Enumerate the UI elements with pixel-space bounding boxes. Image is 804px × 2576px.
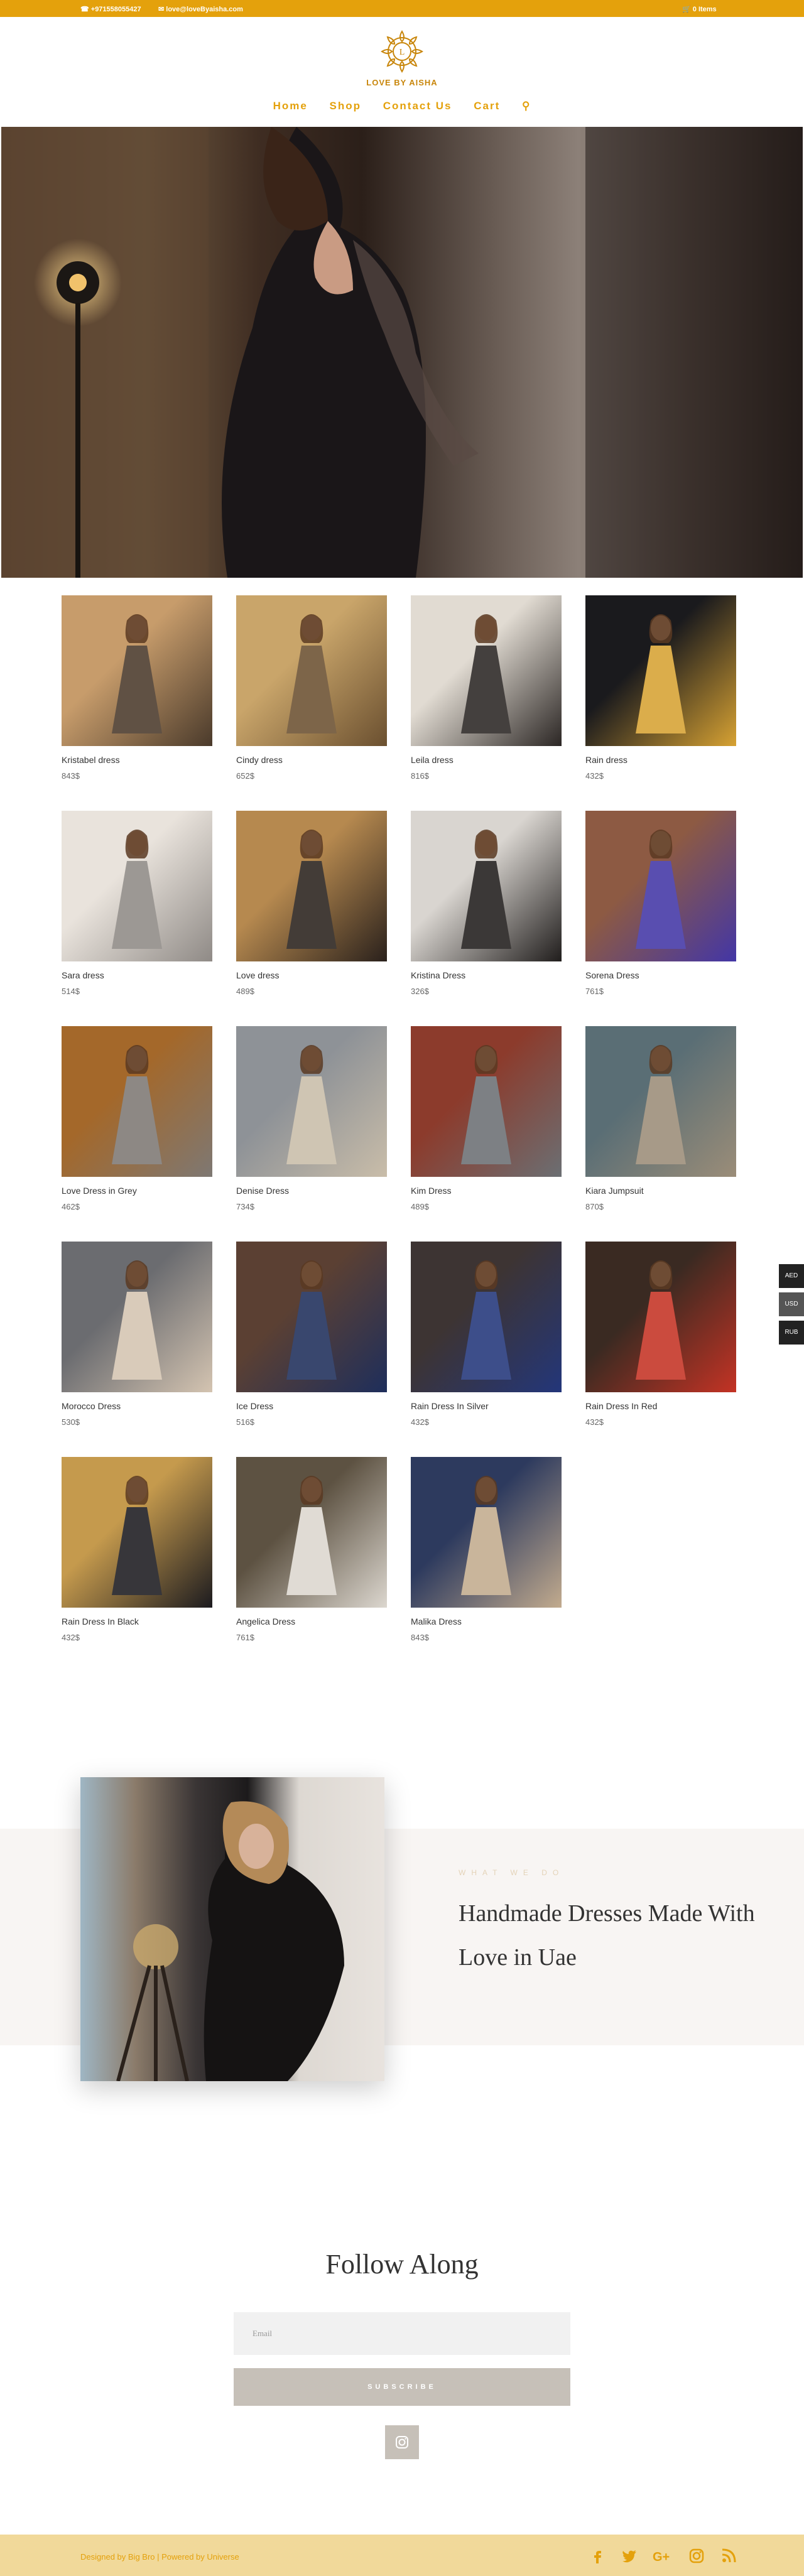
product-image[interactable] bbox=[411, 1457, 562, 1608]
nav-cart[interactable]: Cart bbox=[474, 100, 500, 112]
product-name[interactable]: Sorena Dress bbox=[585, 970, 639, 980]
product-price: 843$ bbox=[62, 771, 80, 781]
about-subtitle: WHAT WE DO bbox=[459, 1868, 565, 1877]
product-image[interactable] bbox=[411, 1242, 562, 1392]
logo-text: LOVE BY AISHA bbox=[366, 78, 438, 87]
product-image[interactable] bbox=[411, 595, 562, 746]
product-price: 489$ bbox=[236, 987, 254, 996]
product-image[interactable] bbox=[585, 1242, 736, 1392]
nav-contact-us[interactable]: Contact Us bbox=[383, 100, 452, 112]
product-image[interactable] bbox=[62, 1242, 212, 1392]
product-price: 734$ bbox=[236, 1202, 254, 1211]
about-title: Handmade Dresses Made With Love in Uae bbox=[459, 1900, 755, 1971]
nav-shop[interactable]: Shop bbox=[330, 100, 362, 112]
site-logo[interactable]: L LOVE BY AISHA bbox=[359, 26, 445, 95]
subscribe-button[interactable]: SUBSCRIBE bbox=[234, 2368, 570, 2406]
product-image[interactable] bbox=[585, 595, 736, 746]
product-price: 843$ bbox=[411, 1633, 429, 1642]
site-footer: Designed by Big Bro | Powered by Univers… bbox=[0, 2535, 804, 2576]
product-image[interactable] bbox=[411, 811, 562, 961]
product-name[interactable]: Kristabel dress bbox=[62, 755, 120, 765]
product-price: 462$ bbox=[62, 1202, 80, 1211]
product-image[interactable] bbox=[411, 1026, 562, 1177]
hero-illustration bbox=[1, 127, 803, 578]
rss-icon[interactable] bbox=[720, 2547, 737, 2565]
product-image[interactable] bbox=[62, 1026, 212, 1177]
product-name[interactable]: Morocco Dress bbox=[62, 1401, 121, 1411]
google-plus-icon[interactable]: G+ bbox=[653, 2547, 674, 2565]
product-price: 489$ bbox=[411, 1202, 429, 1211]
product-image[interactable] bbox=[236, 595, 387, 746]
footer-credit: Designed by Big Bro | Powered by Univers… bbox=[80, 2552, 239, 2562]
product-name[interactable]: Denise Dress bbox=[236, 1186, 289, 1196]
nav-home[interactable]: Home bbox=[273, 100, 308, 112]
product-name[interactable]: Love Dress in Grey bbox=[62, 1186, 137, 1196]
product-name[interactable]: Rain Dress In Red bbox=[585, 1401, 657, 1411]
product-price: 761$ bbox=[585, 987, 604, 996]
product-image[interactable] bbox=[62, 811, 212, 961]
product-image[interactable] bbox=[236, 1242, 387, 1392]
cart-count: 0 Items bbox=[692, 6, 717, 13]
email-link[interactable]: ✉ love@loveByaisha.com bbox=[158, 5, 243, 13]
email-text: love@loveByaisha.com bbox=[166, 6, 243, 13]
product-name[interactable]: Sara dress bbox=[62, 970, 104, 980]
search-icon[interactable]: ⚲ bbox=[522, 100, 531, 112]
about-image bbox=[80, 1777, 384, 2081]
product-price: 870$ bbox=[585, 1202, 604, 1211]
product-price: 516$ bbox=[236, 1417, 254, 1427]
main-nav: Home Shop Contact Us Cart ⚲ bbox=[0, 100, 804, 112]
svg-text:G+: G+ bbox=[653, 2550, 670, 2564]
product-name[interactable]: Kim Dress bbox=[411, 1186, 452, 1196]
instagram-button[interactable] bbox=[385, 2425, 419, 2459]
currency-aed[interactable]: AED bbox=[779, 1264, 804, 1288]
product-price: 761$ bbox=[236, 1633, 254, 1642]
svg-text:L: L bbox=[399, 48, 405, 57]
currency-rub[interactable]: RUB bbox=[779, 1321, 804, 1345]
phone-text: +971558055427 bbox=[90, 6, 141, 13]
cart-link[interactable]: 🛒 0 Items bbox=[682, 5, 717, 13]
product-name[interactable]: Ice Dress bbox=[236, 1401, 273, 1411]
social-links: G+ bbox=[578, 2547, 737, 2565]
product-name[interactable]: Malika Dress bbox=[411, 1616, 462, 1626]
product-price: 652$ bbox=[236, 771, 254, 781]
product-image[interactable] bbox=[236, 811, 387, 961]
phone-link[interactable]: ☎ +971558055427 bbox=[80, 5, 141, 13]
cart-icon: 🛒 bbox=[682, 6, 691, 13]
product-price: 432$ bbox=[62, 1633, 80, 1642]
about-illustration bbox=[116, 1801, 344, 2081]
product-price: 326$ bbox=[411, 987, 429, 996]
product-name[interactable]: Rain Dress In Black bbox=[62, 1616, 139, 1626]
product-name[interactable]: Angelica Dress bbox=[236, 1616, 295, 1626]
email-field[interactable]: Email bbox=[234, 2312, 570, 2355]
instagram-icon[interactable] bbox=[688, 2547, 705, 2565]
currency-usd[interactable]: USD bbox=[779, 1292, 804, 1316]
product-name[interactable]: Kiara Jumpsuit bbox=[585, 1186, 644, 1196]
product-image[interactable] bbox=[62, 595, 212, 746]
product-price: 432$ bbox=[585, 1417, 604, 1427]
follow-title: Follow Along bbox=[325, 2249, 479, 2280]
twitter-icon[interactable] bbox=[621, 2547, 638, 2565]
product-image[interactable] bbox=[62, 1457, 212, 1608]
product-name[interactable]: Rain Dress In Silver bbox=[411, 1401, 489, 1411]
product-name[interactable]: Cindy dress bbox=[236, 755, 283, 765]
logo-emblem-icon: L bbox=[381, 30, 423, 73]
product-name[interactable]: Leila dress bbox=[411, 755, 454, 765]
hero-image bbox=[1, 127, 803, 578]
product-price: 432$ bbox=[585, 771, 604, 781]
product-price: 432$ bbox=[411, 1417, 429, 1427]
product-price: 530$ bbox=[62, 1417, 80, 1427]
product-price: 816$ bbox=[411, 771, 429, 781]
top-bar: ☎ +971558055427 ✉ love@loveByaisha.com 🛒… bbox=[0, 0, 804, 17]
product-name[interactable]: Rain dress bbox=[585, 755, 627, 765]
site-header: L LOVE BY AISHA Home Shop Contact Us Car… bbox=[0, 17, 804, 127]
instagram-icon bbox=[396, 2436, 408, 2449]
product-image[interactable] bbox=[236, 1457, 387, 1608]
product-price: 514$ bbox=[62, 987, 80, 996]
product-image[interactable] bbox=[236, 1026, 387, 1177]
product-name[interactable]: Kristina Dress bbox=[411, 970, 465, 980]
product-name[interactable]: Love dress bbox=[236, 970, 279, 980]
product-image[interactable] bbox=[585, 811, 736, 961]
facebook-icon[interactable] bbox=[589, 2547, 607, 2565]
product-image[interactable] bbox=[585, 1026, 736, 1177]
